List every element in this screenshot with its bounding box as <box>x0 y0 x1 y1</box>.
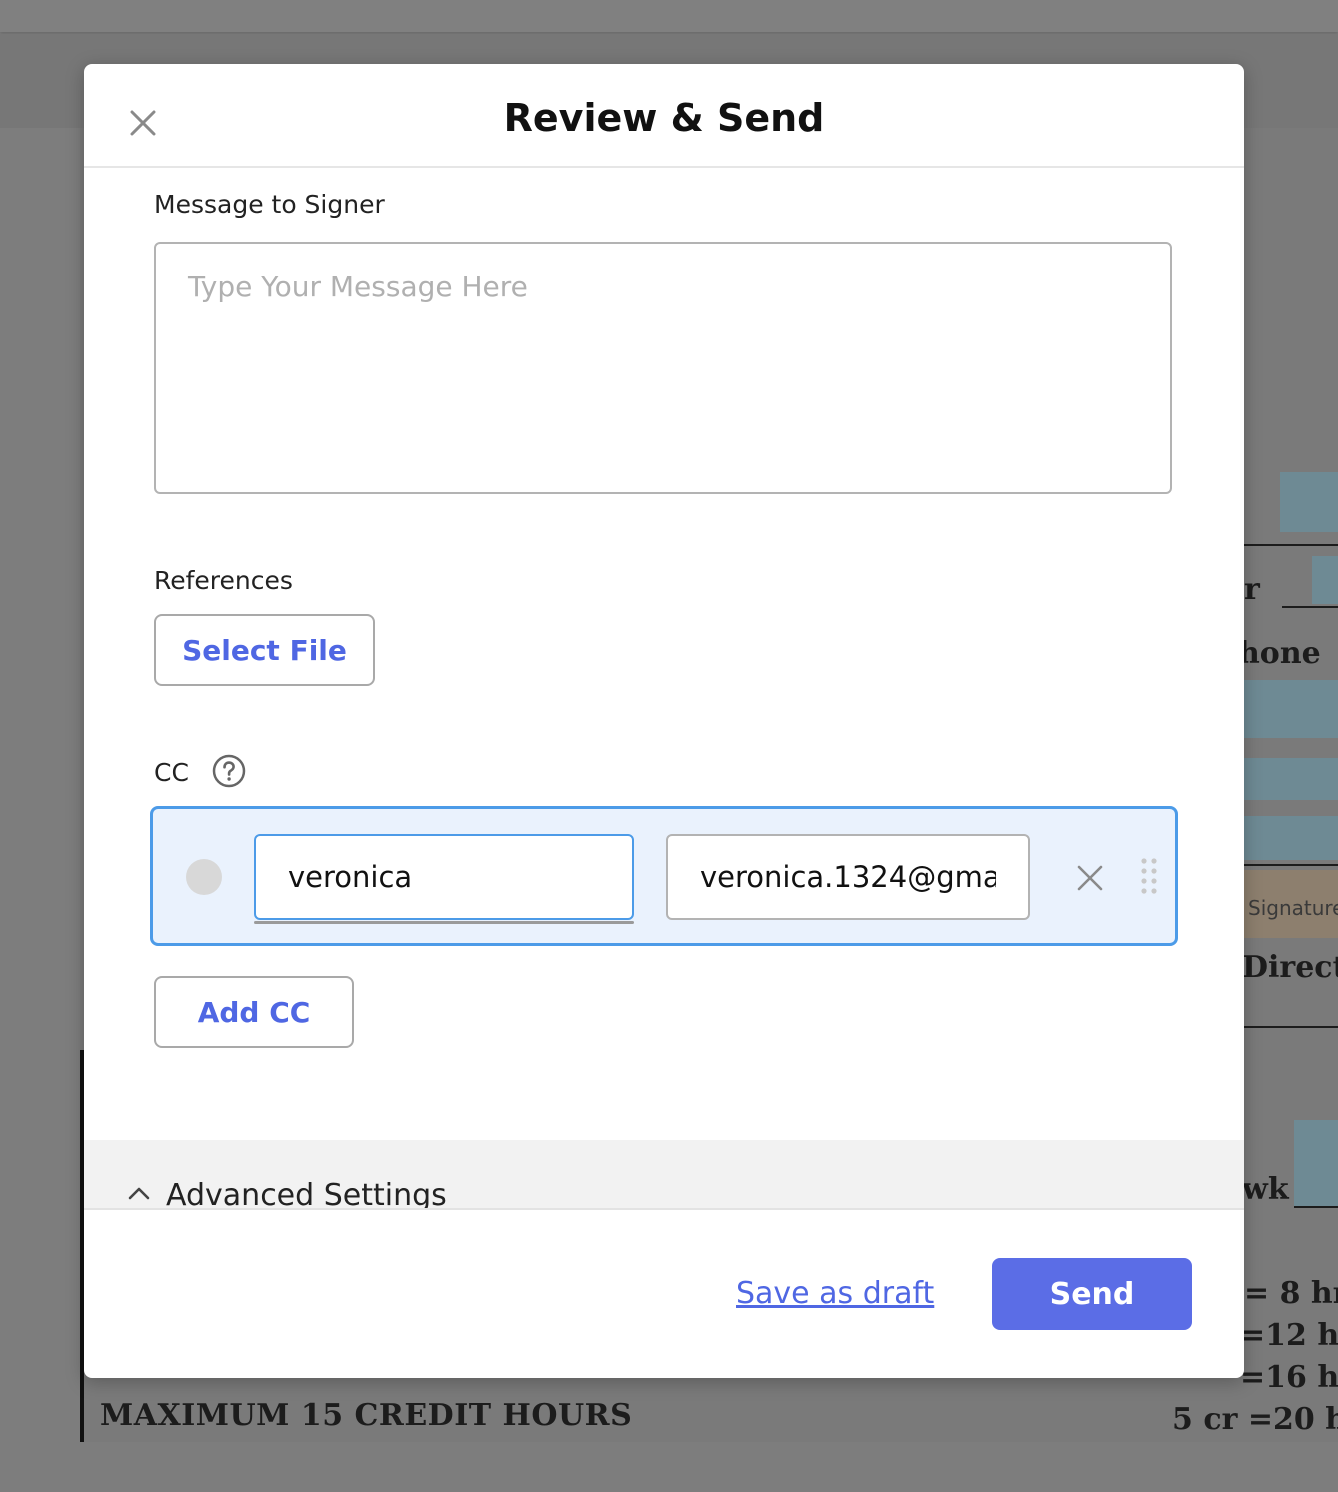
cc-status-dot <box>186 859 222 895</box>
advanced-settings-toggle[interactable]: Advanced Settings <box>84 1140 1244 1210</box>
background-line <box>1282 606 1338 608</box>
save-as-draft-link[interactable]: Save as draft <box>736 1276 934 1311</box>
background-line <box>1244 1026 1338 1028</box>
review-send-modal: Review & Send Message to Signer Referenc… <box>84 64 1244 1378</box>
background-text: Directo <box>1242 950 1338 985</box>
background-field <box>1244 816 1338 860</box>
background-text: MAXIMUM 15 CREDIT HOURS <box>100 1398 633 1433</box>
cc-email-input[interactable] <box>666 834 1030 920</box>
cc-entry-row <box>150 806 1178 946</box>
cc-label: CC <box>154 758 189 787</box>
background-field <box>1244 758 1338 800</box>
message-label: Message to Signer <box>154 190 385 219</box>
background-text: 5 cr =20 hr <box>1172 1402 1338 1437</box>
chevron-up-icon <box>128 1187 150 1200</box>
background-field <box>1280 472 1338 532</box>
question-circle-icon[interactable] <box>212 754 246 788</box>
background-text: hone <box>1238 636 1321 671</box>
background-line <box>1244 864 1338 866</box>
close-icon[interactable] <box>1075 863 1105 893</box>
drag-handle-icon[interactable] <box>1139 857 1159 897</box>
background-text: =12 hr <box>1240 1318 1338 1353</box>
background-line <box>1244 544 1338 546</box>
send-button[interactable]: Send <box>992 1258 1192 1330</box>
advanced-settings-label: Advanced Settings <box>166 1178 447 1210</box>
background-text: Signature <box>1248 896 1338 920</box>
background-text: wk <box>1242 1172 1289 1207</box>
cc-name-input[interactable] <box>254 834 634 920</box>
cc-name-underline <box>254 921 634 924</box>
background-field <box>1244 680 1338 738</box>
message-input[interactable] <box>154 242 1172 494</box>
modal-title: Review & Send <box>503 96 825 140</box>
background-text: = 8 hrs <box>1244 1276 1338 1311</box>
modal-header: Review & Send <box>84 64 1244 168</box>
background-field <box>1294 1120 1338 1206</box>
background-text: =16 hr <box>1240 1360 1338 1395</box>
background-line <box>1294 1206 1338 1208</box>
background-document-right: r hone Signature Directo wk = 8 hrs =12 … <box>1172 128 1338 1442</box>
background-text: r <box>1244 572 1260 607</box>
add-cc-button[interactable]: Add CC <box>154 976 354 1048</box>
background-top-bar <box>0 0 1338 32</box>
select-file-button[interactable]: Select File <box>154 614 375 686</box>
background-field <box>1312 556 1338 604</box>
references-label: References <box>154 566 293 595</box>
